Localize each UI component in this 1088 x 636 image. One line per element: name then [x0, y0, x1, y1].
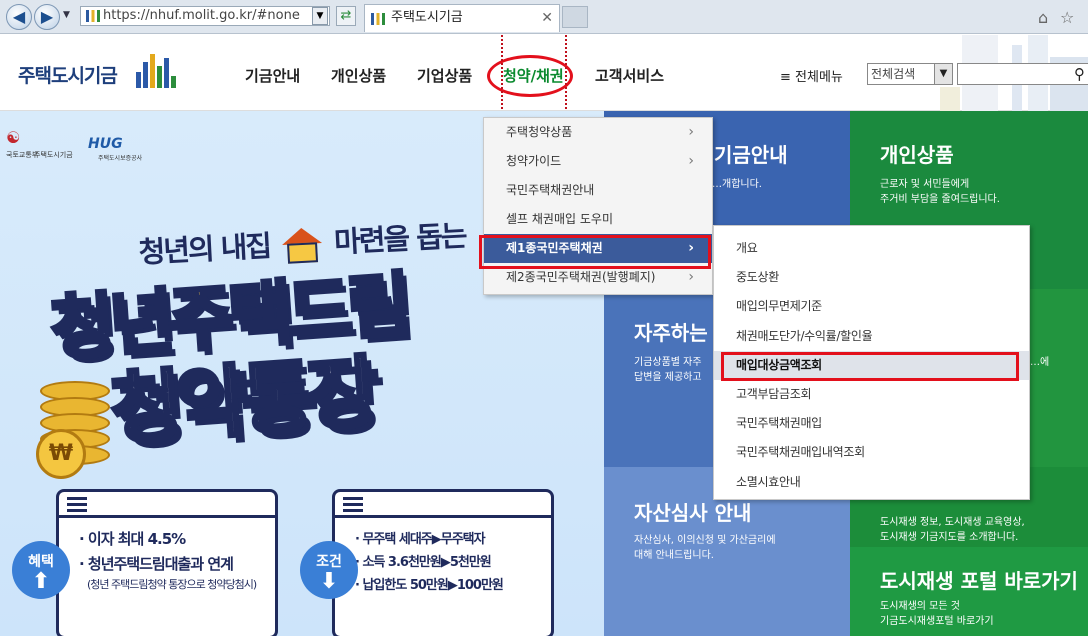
- submenu-item-overview[interactable]: 개요: [714, 234, 1029, 263]
- address-bar[interactable]: https://nhuf.molit.go.kr/#none: [80, 6, 330, 26]
- dropdown-arrow-icon: ▼: [316, 11, 324, 21]
- tile-desc: …개합니다.: [712, 179, 762, 190]
- chevron-right-icon: ›: [688, 153, 694, 169]
- menu-item-label: 청약가이드: [506, 154, 562, 168]
- all-menu-button[interactable]: ≡ 전체메뉴: [780, 66, 843, 85]
- search-scope-select[interactable]: 전체검색 ▼: [867, 63, 953, 85]
- menu-item-subscription-guide[interactable]: 청약가이드 ›: [484, 147, 712, 176]
- forward-arrow-icon: ▶: [40, 7, 54, 26]
- benefit-line: · 청년주택드림대출과 연계: [79, 555, 234, 573]
- browser-toolbar: ◀ ▶ ▼ https://nhuf.molit.go.kr/#none ▼ ⇄…: [0, 0, 1088, 34]
- emblem-fund: 주택도시기금: [34, 151, 73, 159]
- benefit-badge: 혜택 ⬆: [12, 541, 70, 599]
- back-arrow-icon: ◀: [12, 7, 26, 26]
- hug-subtitle: 주택도시보증공사: [98, 155, 143, 162]
- tile-title: 자산심사 안내: [634, 501, 752, 525]
- highlight-circle: [487, 55, 573, 97]
- search-scope-label: 전체검색: [871, 67, 916, 81]
- address-url: https://nhuf.molit.go.kr/#none: [103, 8, 300, 23]
- menu-item-label: 주택청약상품: [506, 125, 573, 139]
- submenu-item-bond-purchase[interactable]: 국민주택채권매입: [714, 409, 1029, 438]
- benefit-badge-label: 혜택: [28, 554, 54, 570]
- site-favicon-icon: [86, 10, 100, 22]
- banner-headline-2: 청약통장: [106, 346, 379, 458]
- menu-item-label: 국민주택채권안내: [506, 183, 595, 197]
- menu-item-subscription-products[interactable]: 주택청약상품 ›: [484, 118, 712, 147]
- favorites-star-icon[interactable]: ☆: [1060, 8, 1074, 27]
- chevron-right-icon: ›: [688, 124, 694, 140]
- submenu-item-exemption-criteria[interactable]: 매입의무면제기준: [714, 292, 1029, 321]
- forward-button[interactable]: ▶: [34, 4, 60, 30]
- gnb-fund-info[interactable]: 기금안내: [245, 65, 300, 86]
- tile-desc: …에: [1030, 357, 1050, 368]
- tile-desc: 도시재생의 모든 것 기금도시재생포털 바로가기: [880, 601, 994, 627]
- tile-desc: 기금상품별 자주 답변을 제공하고: [634, 357, 702, 383]
- condition-badge-label: 조건: [316, 554, 342, 570]
- submenu-item-purchase-history[interactable]: 국민주택채권매입내역조회: [714, 438, 1029, 467]
- condition-badge: 조건 ⬇: [300, 541, 358, 599]
- taegeuk-icon: ☯: [6, 128, 21, 147]
- gnb-customer-service[interactable]: 고객서비스: [595, 65, 664, 86]
- benefit-note: (청년 주택드림청약 통장으로 청약당첨시): [87, 578, 257, 591]
- menu-item-label: 셀프 채권매입 도우미: [506, 212, 613, 226]
- submenu-item-early-redemption[interactable]: 중도상환: [714, 263, 1029, 292]
- up-arrow-icon: ⬆: [31, 569, 51, 594]
- logo-bars-icon: [136, 52, 178, 88]
- hug-logo: HUG: [88, 136, 123, 152]
- browser-tab[interactable]: 주택도시기금 ✕: [364, 4, 560, 32]
- refresh-button[interactable]: ⇄: [336, 6, 356, 26]
- condition-line: · 소득 3.6천만원▶5천만원: [355, 555, 492, 570]
- tile-urban-regen-portal[interactable]: 도시재생 포털 바로가기 도시재생의 모든 것 기금도시재생포털 바로가기: [850, 547, 1088, 636]
- tab-favicon-icon: [371, 13, 385, 25]
- tile-title: 자주하는: [634, 321, 708, 345]
- refresh-icon: ⇄: [340, 8, 352, 23]
- tile-desc: 자산심사, 이의신청 및 가산금리에 대해 안내드립니다.: [634, 535, 776, 561]
- down-arrow-icon: ⬇: [319, 569, 339, 594]
- won-coin-icon: ₩: [36, 429, 86, 479]
- condition-line: · 납입한도 50만원▶100만원: [355, 578, 504, 593]
- highlight-box-purchase-amount: [721, 352, 1019, 381]
- card-header: [335, 492, 551, 518]
- site-logo[interactable]: 주택도시기금: [18, 61, 118, 88]
- search-icon[interactable]: ⚲: [1074, 65, 1085, 83]
- condition-line: · 무주택 세대주▶무주택자: [355, 532, 486, 547]
- menu-item-self-bond-helper[interactable]: 셀프 채권매입 도우미: [484, 205, 712, 234]
- benefit-line: · 이자 최대 4.5%: [79, 530, 186, 548]
- tile-desc: 도시재생 정보, 도시재생 교육영상, 도시재생 기금지도를 소개합니다.: [880, 517, 1025, 543]
- gnb-corporate-products[interactable]: 기업상품: [417, 65, 472, 86]
- search-input[interactable]: [957, 63, 1088, 85]
- site-header: 주택도시기금 기금안내 개인상품 기업상품 청약/채권 고객서비스 ≡ 전체메뉴…: [0, 35, 1088, 145]
- close-tab-icon[interactable]: ✕: [541, 5, 553, 31]
- tile-desc: 근로자 및 서민들에게 주거비 부담을 줄여드립니다.: [880, 179, 1000, 205]
- submenu-item-bond-price-rates[interactable]: 채권매도단가/수익률/할인율: [714, 322, 1029, 351]
- benefit-card: · 이자 최대 4.5% · 청년주택드림대출과 연계 (청년 주택드림청약 통…: [56, 489, 278, 636]
- tile-title: 도시재생 포털 바로가기: [880, 569, 1078, 593]
- home-icon[interactable]: ⌂: [1038, 8, 1048, 27]
- tile-title: 기금안내: [714, 143, 788, 167]
- card-header: [59, 492, 275, 518]
- address-dropdown-button[interactable]: ▼: [312, 7, 328, 25]
- new-tab-button[interactable]: [562, 6, 588, 28]
- history-dropdown-icon[interactable]: ▼: [63, 10, 70, 20]
- tab-title: 주택도시기금: [391, 10, 463, 25]
- gnb-personal-products[interactable]: 개인상품: [331, 65, 386, 86]
- condition-card: · 무주택 세대주▶무주택자 · 소득 3.6천만원▶5천만원 · 납입한도 5…: [332, 489, 554, 636]
- menu-item-bond-info[interactable]: 국민주택채권안내: [484, 176, 712, 205]
- submenu-item-customer-charge-lookup[interactable]: 고객부담금조회: [714, 380, 1029, 409]
- back-button[interactable]: ◀: [6, 4, 32, 30]
- highlight-box-type1-bond: [479, 235, 711, 269]
- menu-item-label: 제2종국민주택채권(발행폐지): [506, 270, 656, 284]
- partner-logos: ☯ 국토교통부 주택도시기금 HUG 주택도시보증공사: [6, 128, 156, 162]
- chevron-down-icon: ▼: [934, 64, 952, 84]
- tile-title: 개인상품: [880, 143, 954, 167]
- submenu-item-prescription-info[interactable]: 소멸시효안내: [714, 468, 1029, 497]
